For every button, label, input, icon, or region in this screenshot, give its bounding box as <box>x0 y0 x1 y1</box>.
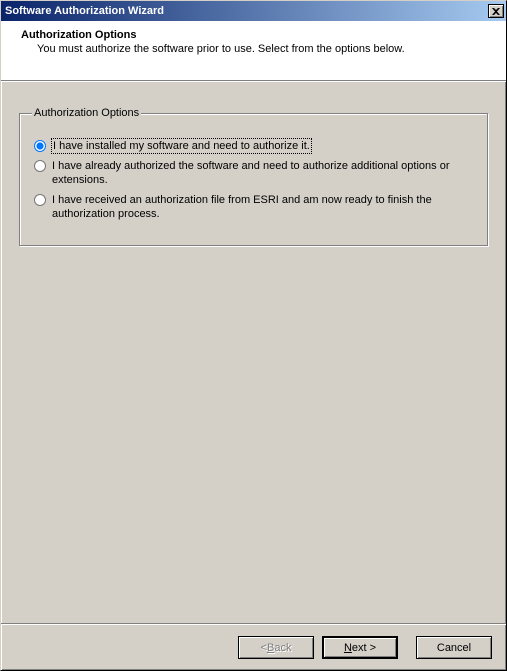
radio-additional-extensions[interactable] <box>34 160 46 172</box>
option-label: I have installed my software and need to… <box>52 139 311 153</box>
close-icon <box>492 8 500 15</box>
wizard-window: Software Authorization Wizard Authorizat… <box>0 0 507 671</box>
back-button: < Back <box>238 636 314 659</box>
option-received-file[interactable]: I have received an authorization file fr… <box>32 193 475 221</box>
page-title: Authorization Options <box>21 29 486 41</box>
page-subtitle: You must authorize the software prior to… <box>21 41 486 55</box>
authorization-options-group: Authorization Options I have installed m… <box>19 107 488 246</box>
option-label: I have received an authorization file fr… <box>52 193 475 221</box>
cancel-button[interactable]: Cancel <box>416 636 492 659</box>
option-install-authorize[interactable]: I have installed my software and need to… <box>32 139 475 153</box>
button-row: < Back Next > Cancel <box>1 624 506 670</box>
radio-install-authorize[interactable] <box>34 140 46 152</box>
header-panel: Authorization Options You must authorize… <box>1 21 506 81</box>
close-button[interactable] <box>488 4 504 18</box>
radio-received-file[interactable] <box>34 194 46 206</box>
group-legend: Authorization Options <box>32 107 141 119</box>
option-additional-extensions[interactable]: I have already authorized the software a… <box>32 159 475 187</box>
next-button[interactable]: Next > <box>322 636 398 659</box>
content-area: Authorization Options I have installed m… <box>1 81 506 624</box>
titlebar: Software Authorization Wizard <box>1 1 506 21</box>
option-label: I have already authorized the software a… <box>52 159 475 187</box>
window-title: Software Authorization Wizard <box>5 5 486 17</box>
